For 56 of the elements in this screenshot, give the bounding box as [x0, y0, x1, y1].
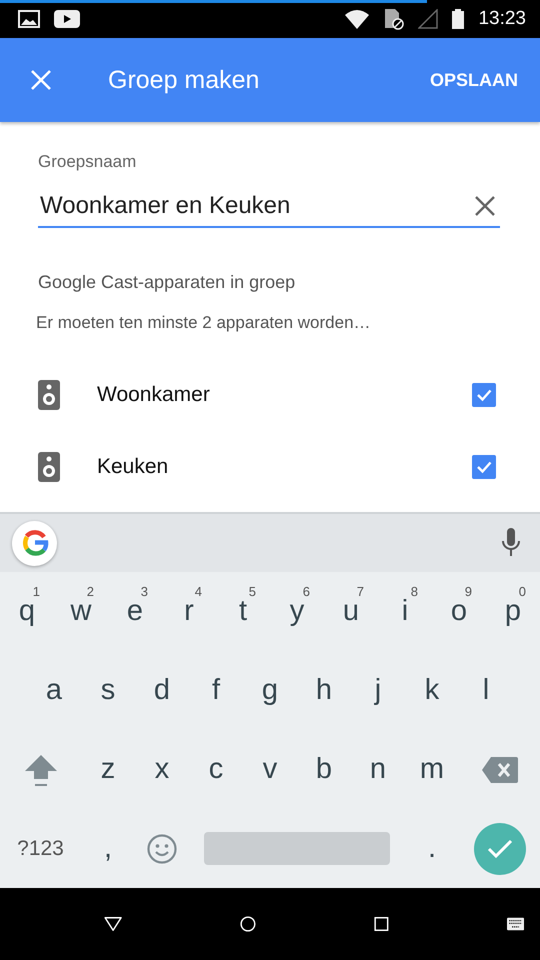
key-hint: 4 — [194, 584, 202, 599]
key[interactable]: x — [148, 751, 176, 788]
key[interactable]: s — [94, 672, 122, 709]
battery-icon — [452, 9, 464, 29]
key-hint: 3 — [140, 584, 148, 599]
key-hint: 5 — [248, 584, 256, 599]
key-hint: 6 — [302, 584, 310, 599]
image-icon — [18, 10, 40, 28]
symbols-key[interactable]: ?123 — [13, 834, 68, 862]
field-label: Groepsnaam — [38, 152, 138, 172]
signal-icon — [418, 9, 438, 29]
key[interactable]: h — [310, 672, 338, 709]
microphone-icon[interactable] — [501, 528, 521, 558]
group-name-field[interactable]: Woonkamer en Keuken — [38, 188, 500, 228]
key[interactable]: n — [364, 751, 392, 788]
clear-icon[interactable] — [474, 195, 496, 217]
key[interactable]: b — [310, 751, 338, 788]
speaker-icon — [38, 380, 60, 410]
device-name: Keuken — [97, 455, 170, 479]
screen-title: Groep maken — [108, 66, 260, 94]
speaker-icon — [38, 452, 60, 482]
emoji-icon[interactable] — [147, 834, 177, 864]
backspace-icon[interactable] — [480, 756, 518, 784]
key-hint: 9 — [464, 584, 472, 599]
clock: 13:23 — [478, 8, 526, 30]
key[interactable]: g — [256, 672, 284, 709]
check-icon — [486, 838, 512, 858]
key[interactable]: j — [368, 672, 388, 709]
key[interactable]: m — [414, 751, 450, 788]
section-heading: Google Cast-apparaten in groep — [38, 272, 296, 293]
key[interactable]: k — [418, 672, 446, 709]
google-button[interactable] — [12, 520, 57, 566]
hint-text: Er moeten ten minste 2 apparaten worden… — [36, 313, 372, 333]
key[interactable]: . — [422, 830, 442, 867]
key-hint: 0 — [518, 584, 526, 599]
key[interactable]: f — [206, 672, 226, 709]
key[interactable]: v — [256, 751, 284, 788]
play-icon — [54, 10, 80, 28]
shift-icon[interactable] — [22, 752, 58, 786]
key-hint: 2 — [86, 584, 94, 599]
device-name: Woonkamer — [97, 383, 211, 407]
key[interactable]: a — [40, 672, 68, 709]
sim-card-icon — [384, 8, 404, 30]
key[interactable]: l — [476, 672, 496, 709]
google-g-icon — [20, 529, 48, 557]
key-hint: 1 — [32, 584, 40, 599]
key[interactable]: d — [148, 672, 176, 709]
save-button[interactable]: OPSLAAN — [426, 66, 522, 94]
checkbox[interactable] — [472, 383, 496, 407]
key[interactable]: z — [94, 751, 122, 788]
wifi-icon — [344, 9, 370, 29]
key-hint: 8 — [410, 584, 418, 599]
checkbox[interactable] — [472, 455, 496, 479]
key[interactable]: c — [202, 751, 230, 788]
key[interactable]: , — [98, 830, 118, 867]
close-icon — [30, 69, 52, 91]
